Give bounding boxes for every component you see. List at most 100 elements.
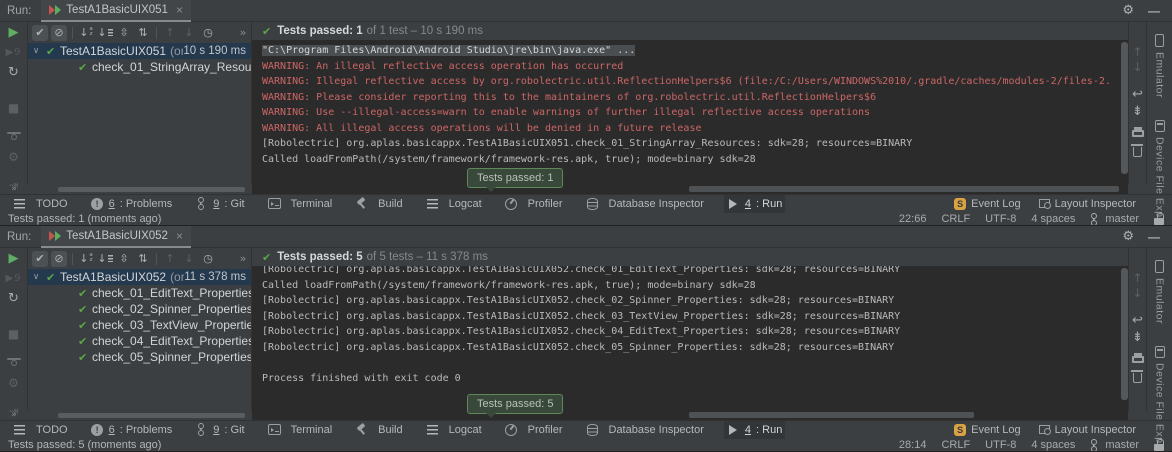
test-history-icon[interactable]: ◷ [200,25,216,41]
event-log-button[interactable]: S Event Log [954,424,1021,436]
clear-all-icon[interactable] [1133,147,1142,157]
toolbar-profiler[interactable]: Profiler [502,421,566,439]
console-output[interactable]: [Robolectric] org.aplas.basicappx.TestA1… [252,266,1128,411]
toolbar-terminal[interactable]: Terminal [265,195,336,213]
scroll-to-end-icon[interactable]: ⇟ [1132,331,1143,344]
close-icon[interactable]: × [176,3,183,17]
screenshot-icon[interactable] [7,358,21,360]
rerun-failed-tests-icon[interactable]: ▶9 [5,272,21,285]
expand-all-icon[interactable]: ⇳ [116,251,132,267]
event-log-button[interactable]: S Event Log [954,198,1021,210]
run-tab[interactable]: TestA1BasicUIX051 × [41,0,191,22]
console-vertical-scrollbar[interactable] [1121,268,1128,406]
next-failed-test-icon[interactable]: ↓ [181,251,197,267]
hide-tool-window-icon[interactable]: — [1148,230,1160,244]
show-ignored-icon[interactable]: ⊘ [51,251,67,267]
rerun-failed-tests-icon[interactable]: ▶9 [5,46,21,59]
console-vertical-scrollbar[interactable] [1121,42,1128,180]
toolbar-problems[interactable]: 6: Problems [88,195,176,213]
git-branch-widget[interactable]: master [1090,439,1139,452]
hide-tool-window-icon[interactable]: — [1148,4,1160,18]
caret-position[interactable]: 28:14 [899,439,927,451]
toolbar-todo[interactable]: TODO [10,421,71,439]
test-tree-row[interactable]: ∨ ✔ TestA1BasicUIX052 (org.aplas.basica … [28,269,251,285]
next-occurrence-icon[interactable]: ↓ [1132,287,1142,300]
collapse-all-icon[interactable]: ⇅ [135,251,151,267]
print-icon[interactable] [1132,356,1144,363]
stop-icon[interactable]: ■ [8,328,19,341]
next-failed-test-icon[interactable]: ↓ [181,25,197,41]
git-branch-widget[interactable]: master [1090,213,1139,226]
tree-horizontal-scrollbar[interactable] [28,411,252,420]
test-tree-row[interactable]: ✔ check_04_EditText_Properties 144 ms [28,333,251,349]
expand-toolbar-chevron-icon[interactable]: » [0,411,28,420]
clear-all-icon[interactable] [1133,373,1142,383]
screenshot-icon[interactable] [7,132,21,134]
expand-toolbar-chevron-icon[interactable]: » [0,185,28,194]
rerun-tests-icon[interactable]: ▶ [9,252,19,265]
chevron-down-icon[interactable]: ∨ [33,272,46,282]
run-tab[interactable]: TestA1BasicUIX052 × [41,226,191,248]
previous-failed-test-icon[interactable]: ↑ [162,251,178,267]
toolbar-logcat[interactable]: Logcat [423,195,485,213]
test-tree-row[interactable]: ✔ check_01_StringArray_Resources 10 s 19… [28,59,251,75]
show-passed-icon[interactable]: ✔ [32,25,48,41]
stop-icon[interactable]: ■ [8,102,19,115]
toolbar-overflow-chevron-icon[interactable]: » [238,25,248,41]
indent-indicator[interactable]: 4 spaces [1031,439,1075,451]
sidebar-item-emulator[interactable]: Emulator [1154,260,1166,324]
sort-by-duration-icon[interactable]: ↓ [97,25,113,41]
layout-inspector-button[interactable]: Layout Inspector [1039,424,1136,436]
toolbar-git[interactable]: 9: Git [192,421,247,439]
gear-icon[interactable]: ⚙ [1122,229,1134,244]
show-ignored-icon[interactable]: ⊘ [51,25,67,41]
print-icon[interactable] [1132,130,1144,137]
toolbar-build[interactable]: Build [352,195,405,213]
console-horizontal-scrollbar[interactable] [252,185,1128,194]
toolbar-database-inspector[interactable]: Database Inspector [583,421,707,439]
separator[interactable] [156,27,157,39]
tree-horizontal-scrollbar[interactable] [28,185,252,194]
indent-indicator[interactable]: 4 spaces [1031,213,1075,225]
sort-alphabetically-icon[interactable]: ↓ [78,251,94,267]
test-tree-row[interactable]: ✔ check_05_Spinner_Properties 123 ms [28,349,251,365]
toolbar-overflow-chevron-icon[interactable]: » [238,251,248,267]
caret-position[interactable]: 22:66 [899,213,927,225]
rerun-tests-icon[interactable]: ▶ [9,26,19,39]
encoding-indicator[interactable]: UTF-8 [985,439,1016,451]
separator[interactable] [156,253,157,265]
console-horizontal-scrollbar[interactable] [252,411,1128,420]
expand-all-icon[interactable]: ⇳ [116,25,132,41]
test-tree-row[interactable]: ✔ check_01_EditText_Properties 10 s 711 … [28,285,251,301]
toolbar-run[interactable]: 4: Run [724,421,785,439]
toolbar-todo[interactable]: TODO [10,195,71,213]
line-ending-indicator[interactable]: CRLF [941,439,970,451]
sort-by-duration-icon[interactable]: ↓ [97,251,113,267]
test-settings-icon[interactable]: ⚙ [8,151,19,164]
encoding-indicator[interactable]: UTF-8 [985,213,1016,225]
unlocked-icon[interactable] [1154,444,1164,451]
soft-wrap-icon[interactable]: ↩ [1132,314,1143,327]
sort-alphabetically-icon[interactable]: ↓ [78,25,94,41]
prev-occurrence-icon[interactable]: ↑ [1132,272,1142,285]
gear-icon[interactable]: ⚙ [1122,3,1134,18]
test-tree-row[interactable]: ∨ ✔ TestA1BasicUIX051 (org.aplas.basica … [28,43,251,59]
toolbar-profiler[interactable]: Profiler [502,195,566,213]
test-tree-row[interactable]: ✔ check_02_Spinner_Properties 250 ms [28,301,251,317]
toolbar-logcat[interactable]: Logcat [423,421,485,439]
toggle-auto-test-icon[interactable]: ↻ [8,292,19,305]
line-ending-indicator[interactable]: CRLF [941,213,970,225]
close-icon[interactable]: × [176,229,183,243]
soft-wrap-icon[interactable]: ↩ [1132,88,1143,101]
sidebar-item-emulator[interactable]: Emulator [1154,34,1166,98]
console-output[interactable]: "C:\Program Files\Android\Android Studio… [252,40,1128,185]
next-occurrence-icon[interactable]: ↓ [1132,61,1142,74]
test-settings-icon[interactable]: ⚙ [8,377,19,390]
test-tree-row[interactable]: ✔ check_03_TextView_Properties 150 ms [28,317,251,333]
show-passed-icon[interactable]: ✔ [32,251,48,267]
toolbar-build[interactable]: Build [352,421,405,439]
separator[interactable] [72,27,73,39]
scroll-to-end-icon[interactable]: ⇟ [1132,105,1143,118]
toolbar-database-inspector[interactable]: Database Inspector [583,195,707,213]
chevron-down-icon[interactable]: ∨ [33,46,46,56]
